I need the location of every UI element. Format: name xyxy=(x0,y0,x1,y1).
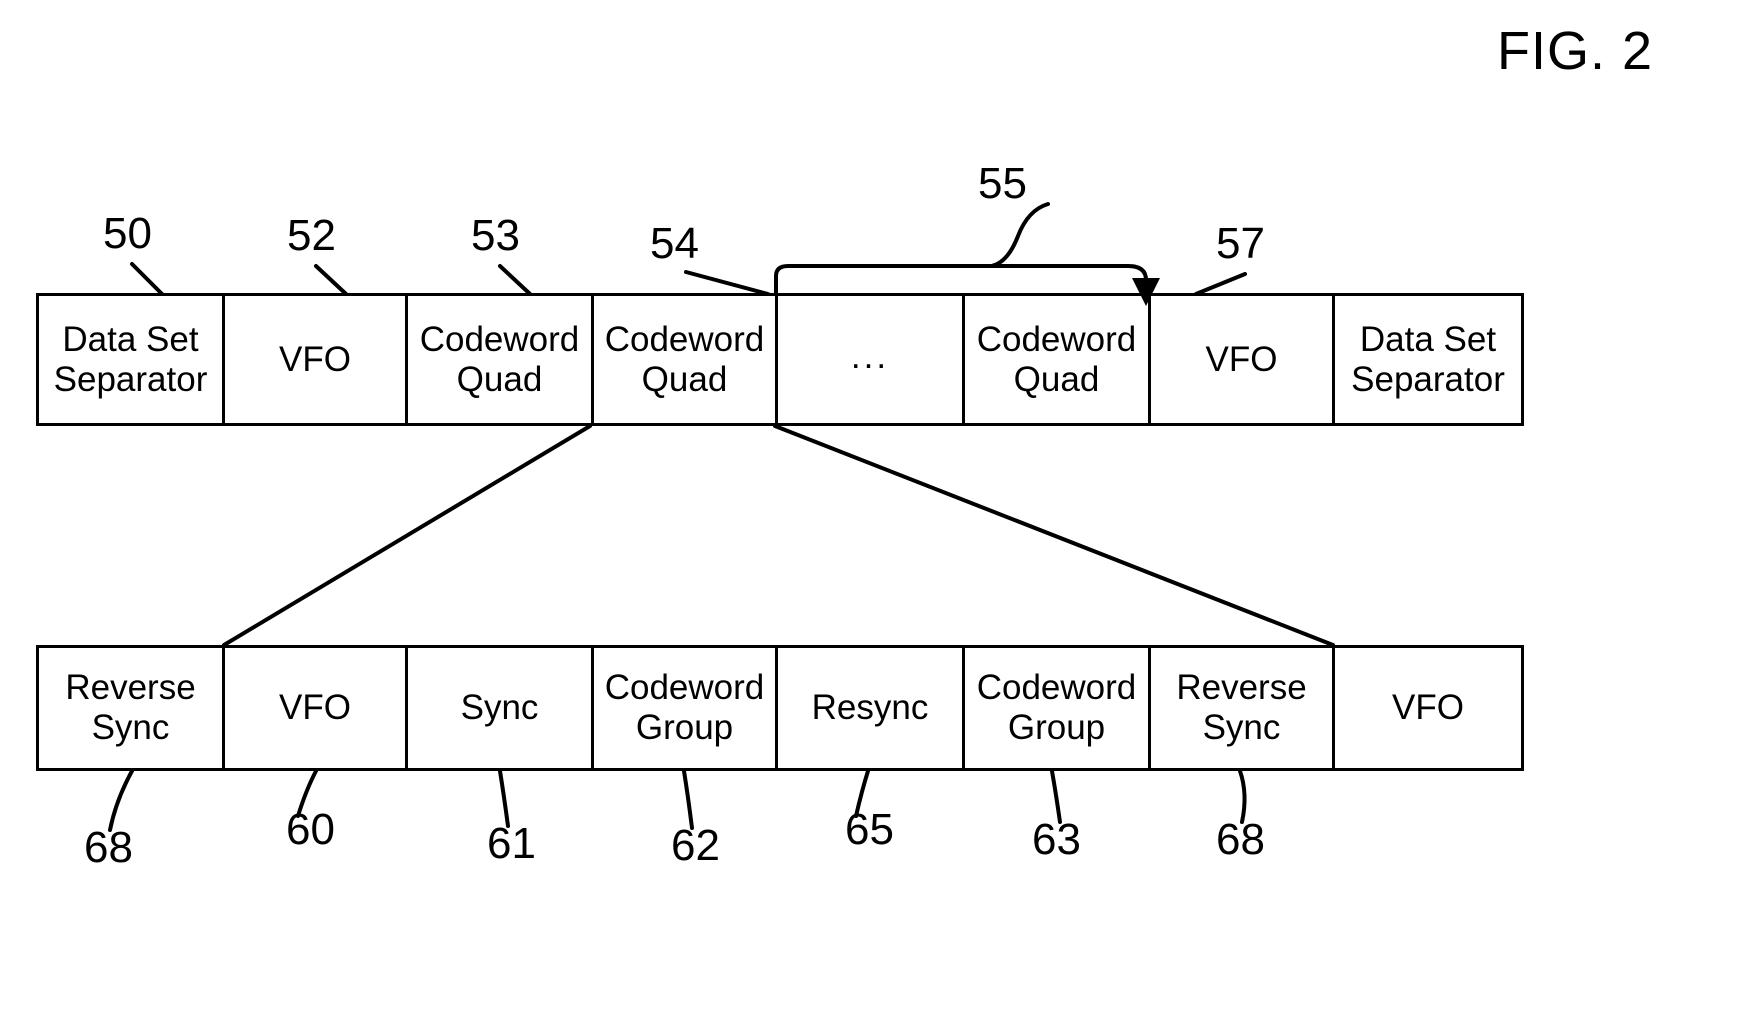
patent-figure: FIG. 2 50 52 53 54 55 57 68 60 61 62 65 … xyxy=(0,0,1749,1036)
reference-numeral-68-left: 68 xyxy=(84,823,133,872)
field-cell: Codeword Group xyxy=(594,648,778,768)
reference-numeral-61: 61 xyxy=(487,819,536,868)
field-cell: Data Set Separator xyxy=(39,296,225,423)
leader-line-53 xyxy=(498,264,532,296)
field-cell: VFO xyxy=(225,296,408,423)
reference-numeral-65: 65 xyxy=(845,805,894,854)
field-cell: Codeword Quad xyxy=(965,296,1151,423)
reference-numeral-63: 63 xyxy=(1032,815,1081,864)
figure-title: FIG. 2 xyxy=(1496,21,1653,81)
field-cell: Data Set Separator xyxy=(1351,319,1505,399)
leader-line-55 xyxy=(990,202,1050,268)
leader-line-62 xyxy=(682,769,694,830)
reference-numeral-50: 50 xyxy=(103,209,152,258)
leader-line-61 xyxy=(498,769,510,828)
reference-numeral-55: 55 xyxy=(978,159,1027,208)
field-cell: Codeword Quad xyxy=(408,296,594,423)
field-cell: VFO xyxy=(1392,688,1464,728)
codeword-quad-detail-row: Reverse Sync VFO Sync Codeword Group Resync C… xyxy=(36,645,1524,771)
field-cell: Resync xyxy=(778,648,965,768)
figure-line-work xyxy=(108,202,1335,832)
field-cell: ... xyxy=(778,296,965,423)
field-cell: Codeword Group xyxy=(965,648,1151,768)
field-cell: VFO xyxy=(1151,296,1335,423)
leader-line-50 xyxy=(130,262,164,296)
reference-numeral-60: 60 xyxy=(286,805,335,854)
expansion-line-right xyxy=(773,424,1335,647)
field-cell: Codeword Quad xyxy=(594,296,778,423)
leader-line-52 xyxy=(314,264,348,296)
leader-line-54 xyxy=(684,270,770,296)
reference-numeral-57: 57 xyxy=(1216,219,1265,268)
leader-line-57 xyxy=(1194,272,1247,296)
reference-numeral-68-right: 68 xyxy=(1216,815,1265,864)
reference-numeral-53: 53 xyxy=(471,211,520,260)
field-cell: Sync xyxy=(408,648,594,768)
field-cell: VFO xyxy=(225,648,408,768)
field-cell: Reverse Sync xyxy=(39,648,225,768)
reference-numeral-62: 62 xyxy=(671,821,720,870)
reference-numeral-54: 54 xyxy=(650,219,699,268)
reference-numeral-52: 52 xyxy=(287,211,336,260)
data-set-format-row: Data Set Separator VFO Codeword Quad Codewo… xyxy=(36,293,1524,426)
expansion-line-left xyxy=(222,424,592,647)
bracket-55 xyxy=(774,264,1148,296)
field-cell: Reverse Sync xyxy=(1151,648,1335,768)
leader-line-68-left xyxy=(108,769,134,832)
